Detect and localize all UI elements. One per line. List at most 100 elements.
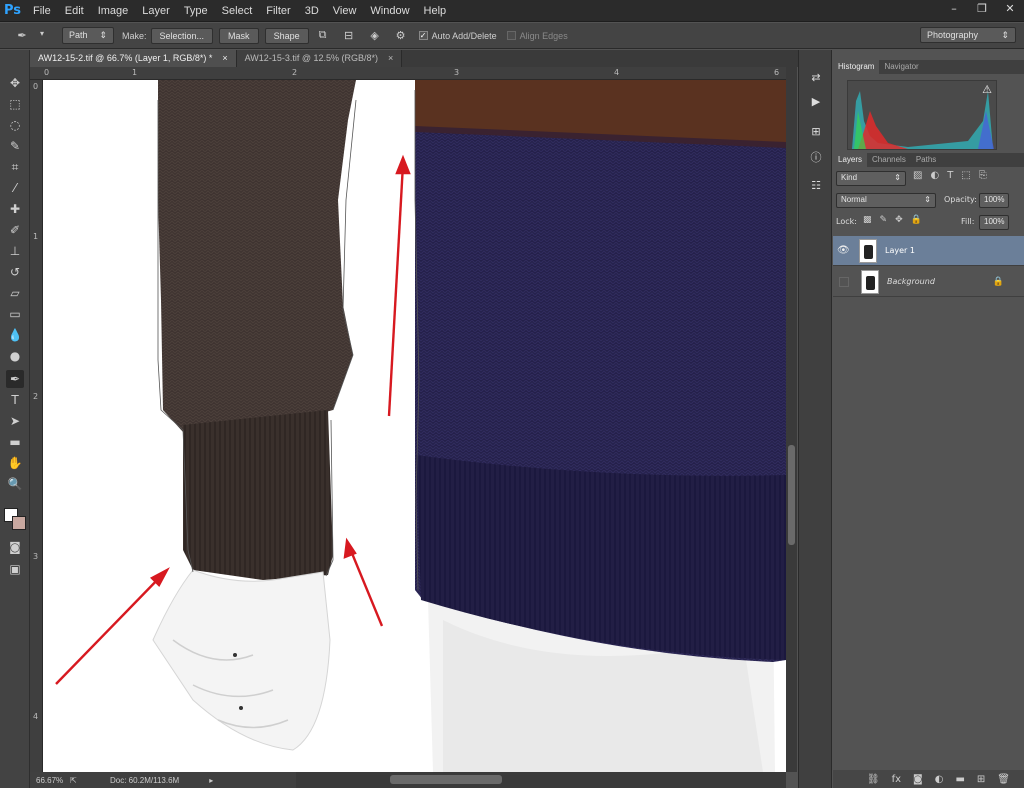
- adjustment-filter-icon[interactable]: ◐: [930, 170, 939, 185]
- menu-layer[interactable]: Layer: [135, 0, 177, 22]
- tab-document-2[interactable]: AW12-15-3.tif @ 12.5% (RGB/8*) ×: [236, 50, 403, 67]
- lasso-tool-icon[interactable]: ◌: [6, 116, 24, 134]
- crop-tool-icon[interactable]: ⌗: [6, 158, 24, 176]
- quick-mask-icon[interactable]: ◙: [6, 538, 24, 556]
- fill-field[interactable]: 100%: [979, 215, 1009, 230]
- layer-row-layer-1[interactable]: 👁 Layer 1: [833, 236, 1024, 266]
- history-brush-tool-icon[interactable]: ↺: [6, 263, 24, 281]
- status-menu-arrow-icon[interactable]: ▸: [209, 776, 213, 785]
- pixel-filter-icon[interactable]: ▨: [913, 170, 922, 185]
- dodge-tool-icon[interactable]: ●: [6, 347, 24, 365]
- lock-position-icon[interactable]: ✥: [895, 215, 903, 225]
- horizontal-scrollbar[interactable]: [296, 772, 786, 788]
- info-panel-icon[interactable]: ⓘ: [807, 150, 825, 166]
- gradient-tool-icon[interactable]: ▭: [6, 305, 24, 323]
- vertical-scrollbar[interactable]: [786, 67, 797, 772]
- status-export-icon[interactable]: ⇱: [70, 776, 110, 785]
- menu-type[interactable]: Type: [177, 0, 215, 22]
- properties-panel-icon[interactable]: ☷: [807, 178, 825, 194]
- add-mask-icon[interactable]: ◙: [913, 774, 923, 785]
- eraser-tool-icon[interactable]: ▱: [6, 284, 24, 302]
- shape-button[interactable]: Shape: [264, 27, 309, 44]
- smart-object-filter-icon[interactable]: ⎘: [979, 170, 987, 185]
- opacity-field[interactable]: 100%: [979, 193, 1009, 208]
- close-window-button[interactable]: ✕: [1002, 2, 1018, 16]
- layer-filter-dropdown[interactable]: Kind ⇕: [836, 171, 906, 186]
- mask-button[interactable]: Mask: [219, 27, 259, 44]
- rectangle-tool-icon[interactable]: ▬: [6, 433, 24, 451]
- mode-dropdown[interactable]: Path ⇕: [62, 27, 114, 44]
- new-layer-icon[interactable]: ⊞: [977, 774, 985, 785]
- chevron-down-icon[interactable]: ▾: [34, 29, 50, 43]
- shape-filter-icon[interactable]: ⬚: [961, 170, 970, 185]
- move-tool-icon[interactable]: ✥: [6, 74, 24, 92]
- close-icon[interactable]: ×: [388, 50, 393, 67]
- screen-mode-icon[interactable]: ▣: [6, 560, 24, 578]
- history-panel-icon[interactable]: ⇄: [807, 70, 825, 86]
- tab-histogram[interactable]: Histogram: [833, 60, 880, 74]
- tab-paths[interactable]: Paths: [911, 153, 941, 167]
- visibility-toggle[interactable]: [839, 276, 849, 287]
- marquee-tool-icon[interactable]: ⬚: [6, 95, 24, 113]
- gear-icon[interactable]: ⚙: [393, 29, 409, 43]
- path-operations-icon[interactable]: ⧉: [315, 29, 331, 43]
- lock-icon: 🔒: [992, 276, 1004, 287]
- lock-image-icon[interactable]: ✎: [880, 215, 888, 225]
- hand-tool-icon[interactable]: ✋: [6, 454, 24, 472]
- zoom-level[interactable]: 66.67%: [36, 776, 70, 785]
- menu-3d[interactable]: 3D: [298, 0, 326, 22]
- auto-add-delete-checkbox[interactable]: ✓: [418, 31, 428, 40]
- zoom-tool-icon[interactable]: 🔍: [6, 475, 24, 493]
- layer-name[interactable]: Layer 1: [885, 246, 915, 255]
- type-tool-icon[interactable]: T: [6, 391, 24, 409]
- selection-button[interactable]: Selection...: [150, 27, 214, 44]
- menu-file[interactable]: File: [26, 0, 58, 22]
- menu-window[interactable]: Window: [363, 0, 416, 22]
- brush-tool-icon[interactable]: ✐: [6, 221, 24, 239]
- adjustment-layer-icon[interactable]: ◐: [935, 774, 944, 785]
- eye-icon[interactable]: 👁: [837, 245, 853, 256]
- quick-select-tool-icon[interactable]: ✎: [6, 137, 24, 155]
- pen-tool-icon[interactable]: ✒: [6, 370, 24, 388]
- warning-icon[interactable]: ⚠: [982, 83, 992, 96]
- tab-document-1[interactable]: AW12-15-2.tif @ 66.7% (Layer 1, RGB/8*) …: [30, 50, 237, 67]
- menu-select[interactable]: Select: [215, 0, 260, 22]
- fx-icon[interactable]: fx: [892, 774, 901, 785]
- eyedropper-tool-icon[interactable]: ⁄: [6, 179, 24, 197]
- menu-help[interactable]: Help: [417, 0, 454, 22]
- align-edges-checkbox[interactable]: [506, 31, 516, 40]
- minimize-button[interactable]: –: [946, 2, 962, 16]
- workspace-dropdown[interactable]: Photography ⇕: [920, 27, 1016, 43]
- tab-layers[interactable]: Layers: [833, 153, 868, 167]
- delete-layer-icon[interactable]: 🗑: [997, 774, 1010, 785]
- type-filter-icon[interactable]: T: [947, 170, 953, 185]
- lock-all-icon[interactable]: 🔒: [911, 215, 922, 225]
- restore-button[interactable]: ❐: [974, 2, 990, 16]
- layer-name[interactable]: Background: [887, 277, 935, 286]
- background-color-swatch[interactable]: [12, 516, 26, 530]
- menu-edit[interactable]: Edit: [58, 0, 91, 22]
- clone-stamp-tool-icon[interactable]: ⊥: [6, 242, 24, 260]
- blur-tool-icon[interactable]: 💧: [6, 326, 24, 344]
- menu-filter[interactable]: Filter: [259, 0, 297, 22]
- path-arrangement-icon[interactable]: ◈: [367, 29, 383, 43]
- menu-view[interactable]: View: [326, 0, 364, 22]
- horizontal-scroll-thumb[interactable]: [390, 775, 502, 784]
- tab-navigator[interactable]: Navigator: [879, 60, 923, 74]
- healing-brush-tool-icon[interactable]: ✚: [6, 200, 24, 218]
- path-alignment-icon[interactable]: ⊟: [341, 29, 357, 43]
- lock-transparency-icon[interactable]: ▩: [863, 215, 872, 225]
- path-selection-tool-icon[interactable]: ➤: [6, 412, 24, 430]
- close-icon[interactable]: ×: [222, 50, 227, 67]
- new-group-icon[interactable]: ▬: [955, 774, 964, 785]
- layer-row-background[interactable]: Background 🔒: [833, 267, 1024, 297]
- actions-panel-icon[interactable]: ▶: [807, 94, 825, 110]
- tab-channels[interactable]: Channels: [867, 153, 911, 167]
- document-canvas[interactable]: [43, 80, 786, 772]
- tool-presets-icon[interactable]: ⊞: [807, 124, 825, 140]
- vertical-scroll-thumb[interactable]: [788, 445, 795, 545]
- link-layers-icon[interactable]: ⛓: [867, 774, 880, 785]
- pen-tool-preset-icon[interactable]: ✒: [14, 29, 30, 43]
- menu-image[interactable]: Image: [91, 0, 136, 22]
- blend-mode-dropdown[interactable]: Normal ⇕: [836, 193, 936, 208]
